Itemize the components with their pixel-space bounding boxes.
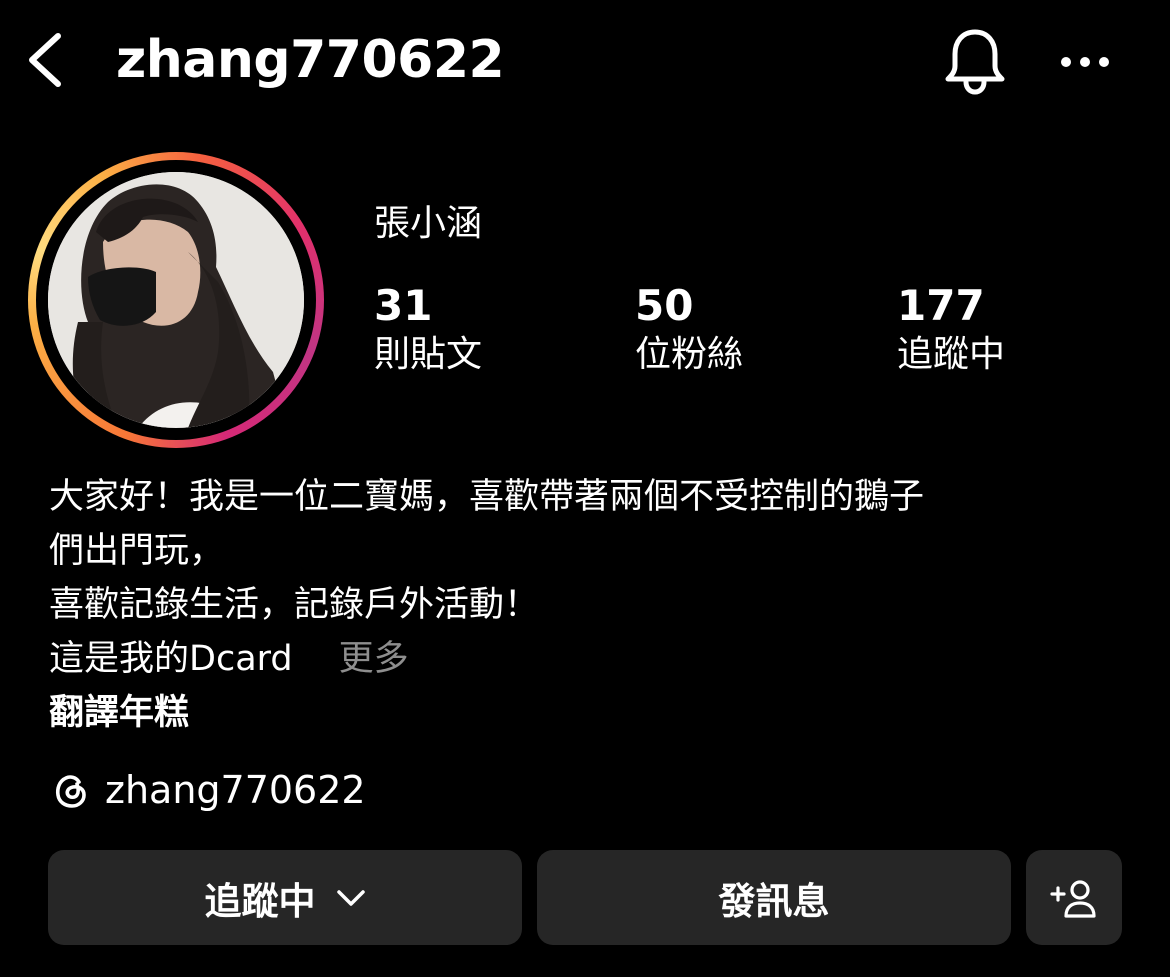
notifications-button[interactable] (938, 24, 1012, 98)
back-button[interactable] (22, 28, 72, 92)
followers-count-label: 位粉絲 (635, 334, 744, 375)
top-bar: zhang770622 (0, 0, 1170, 125)
message-button[interactable]: 發訊息 (537, 850, 1011, 945)
message-button-label: 發訊息 (718, 879, 830, 923)
chevron-down-icon (336, 889, 365, 906)
add-user-button[interactable] (1026, 850, 1122, 945)
bio-more-link[interactable]: 更多 (339, 639, 409, 679)
posts-count[interactable]: 31 則貼文 (374, 280, 482, 378)
profile-username: zhang770622 (116, 30, 505, 90)
threads-icon (55, 775, 86, 808)
threads-link[interactable]: zhang770622 (49, 764, 366, 816)
avatar (48, 172, 304, 428)
bio-line: 喜歡記錄生活，記錄戶外活動！ (49, 585, 540, 625)
following-count-label: 追蹤中 (897, 334, 1006, 375)
display-name: 張小涵 (374, 203, 483, 244)
bio: 大家好！我是一位二寶媽，喜歡帶著兩個不受控制的鵝子 們出門玩， 喜歡記錄生活，記… (49, 470, 1139, 740)
bio-line: 們出門玩， (49, 531, 225, 571)
following-count-number: 177 (897, 281, 985, 330)
add-user-icon (1050, 879, 1096, 918)
bell-icon (945, 29, 1005, 95)
posts-count-number: 31 (374, 281, 433, 330)
bio-line-last: 這是我的Dcard 更多 (49, 632, 1139, 686)
threads-handle: zhang770622 (105, 768, 366, 812)
chevron-left-icon (29, 33, 61, 87)
followers-count[interactable]: 50 位粉絲 (635, 280, 743, 378)
followers-count-number: 50 (635, 281, 694, 330)
posts-count-label: 則貼文 (374, 334, 483, 375)
avatar-story-ring[interactable] (28, 152, 324, 448)
more-horizontal-icon (1061, 57, 1109, 67)
following-button-label: 追蹤中 (204, 879, 316, 923)
more-options-button[interactable] (1052, 38, 1118, 86)
following-count[interactable]: 177 追蹤中 (897, 280, 1005, 378)
bio-line: 大家好！我是一位二寶媽，喜歡帶著兩個不受控制的鵝子 (49, 477, 925, 517)
following-button[interactable]: 追蹤中 (48, 850, 522, 945)
translate-link[interactable]: 翻譯年糕 (49, 686, 1139, 740)
bio-line-text: 這是我的Dcard (49, 639, 293, 679)
